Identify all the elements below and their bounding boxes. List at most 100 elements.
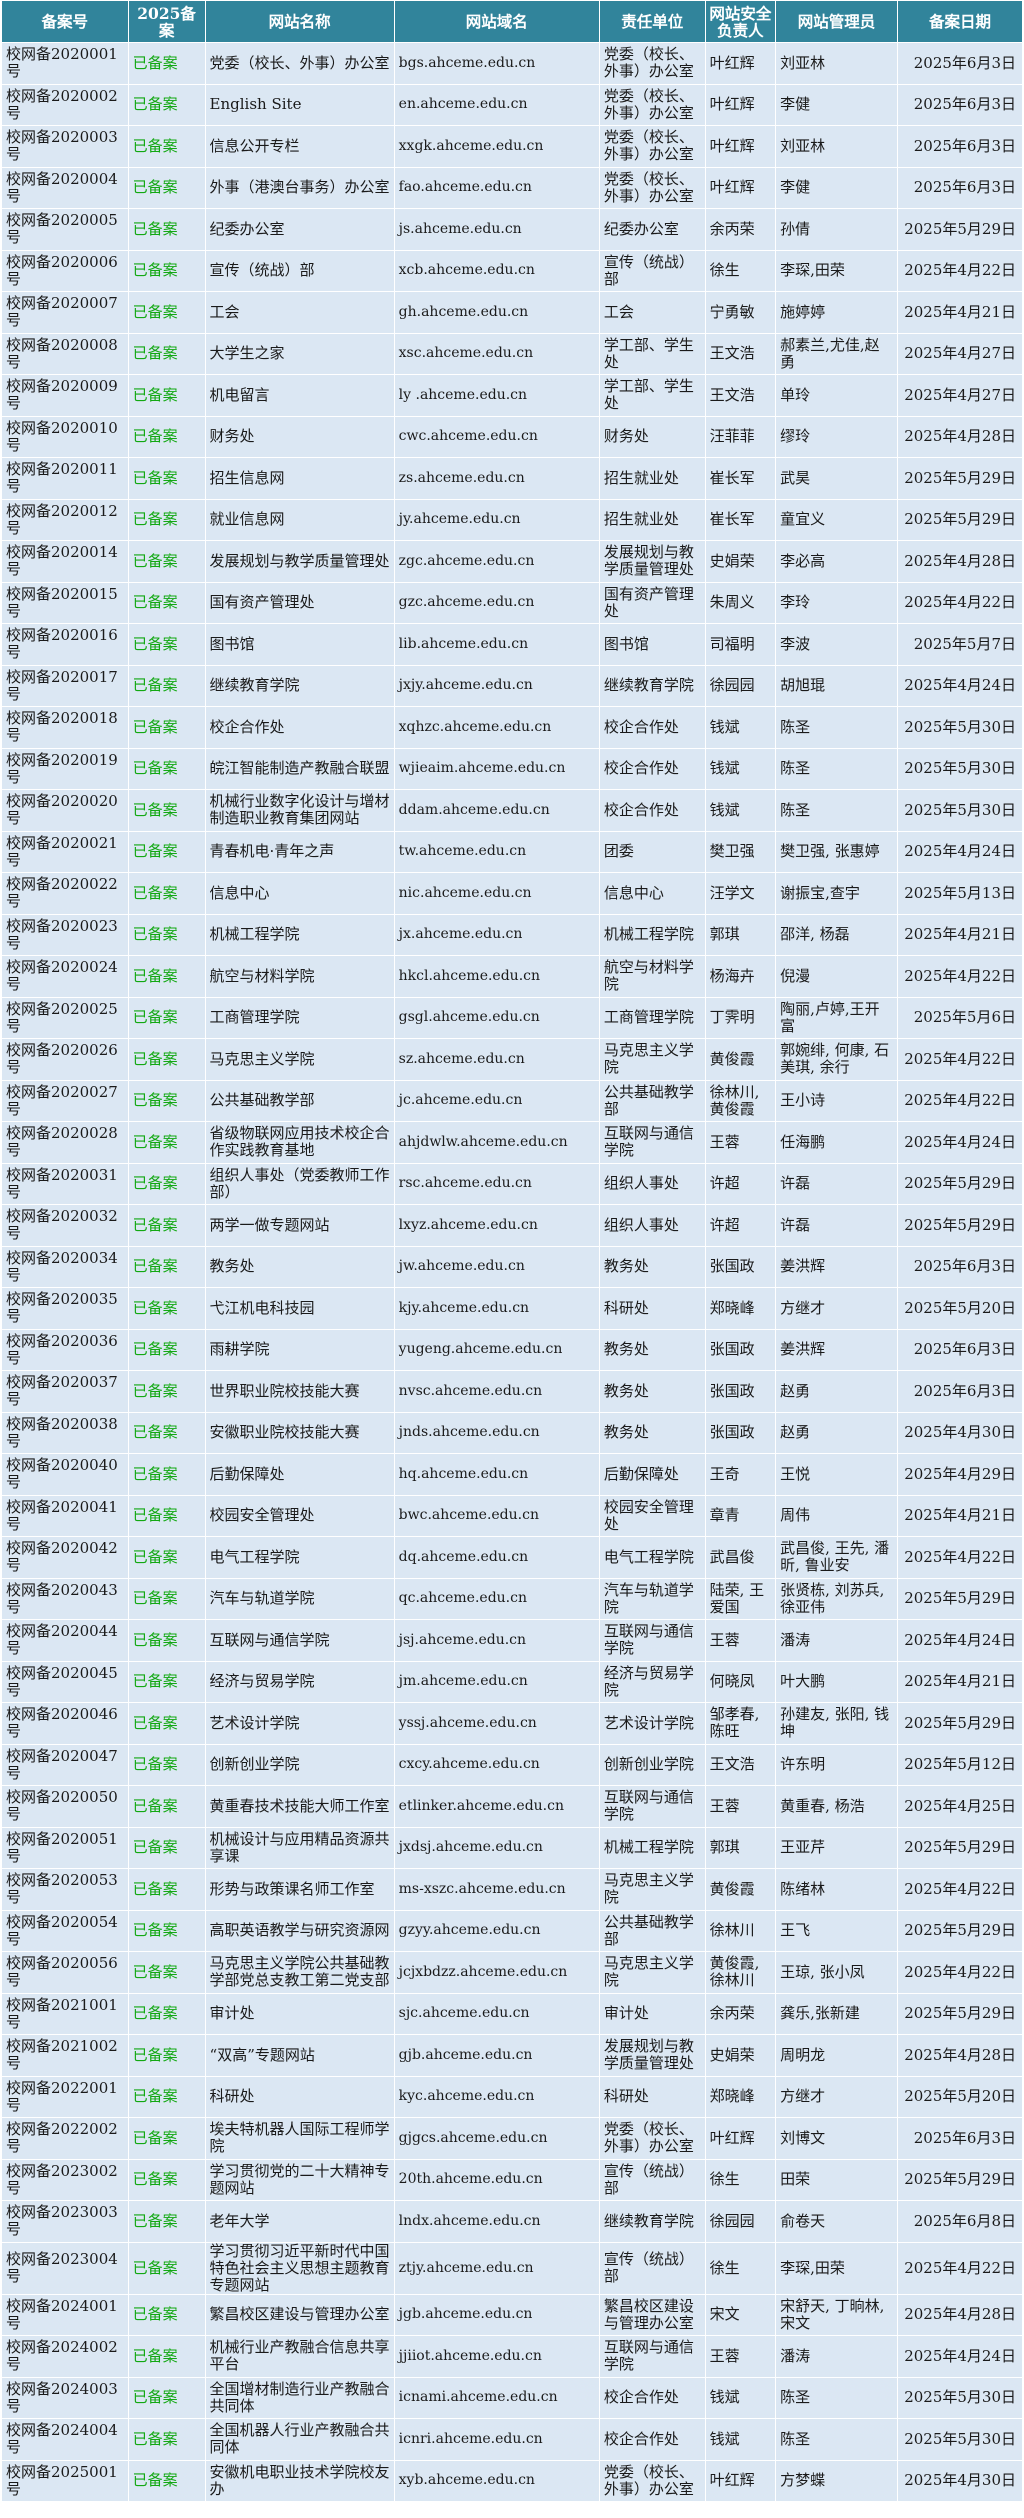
domain-link[interactable]: en.ahceme.edu.cn <box>393 83 600 126</box>
header-site-name: 网站名称 <box>204 0 395 43</box>
site-name-cell: 青春机电·青年之声 <box>204 830 395 873</box>
domain-link[interactable]: gsgl.ahceme.edu.cn <box>393 996 600 1039</box>
domain-link[interactable]: sjc.ahceme.edu.cn <box>393 1992 600 2035</box>
domain-link[interactable]: icnami.ahceme.edu.cn <box>393 2376 600 2419</box>
responsible-unit-cell: 创新创业学院 <box>598 1743 706 1786</box>
domain-link[interactable]: icnri.ahceme.edu.cn <box>393 2418 600 2461</box>
domain-link[interactable]: gh.ahceme.edu.cn <box>393 291 600 334</box>
site-name-cell: 埃夫特机器人国际工程师学院 <box>204 2117 395 2160</box>
record-date-cell: 2025年4月21日 <box>896 913 1024 956</box>
record-date-cell: 2025年4月24日 <box>896 830 1024 873</box>
domain-link[interactable]: lib.ahceme.edu.cn <box>393 623 600 666</box>
domain-link[interactable]: jy.ahceme.edu.cn <box>393 498 600 541</box>
domain-link[interactable]: gzc.ahceme.edu.cn <box>393 581 600 624</box>
domain-link[interactable]: jc.ahceme.edu.cn <box>393 1079 600 1122</box>
domain-link[interactable]: rsc.ahceme.edu.cn <box>393 1162 600 1205</box>
record-date-cell: 2025年6月3日 <box>896 1245 1024 1288</box>
domain-link[interactable]: zs.ahceme.edu.cn <box>393 457 600 500</box>
site-name-cell: 财务处 <box>204 415 395 458</box>
administrator-cell: 李波 <box>775 623 898 666</box>
status-cell: 已备案 <box>127 415 206 458</box>
domain-link[interactable]: nvsc.ahceme.edu.cn <box>393 1370 600 1413</box>
security-owner-cell: 黄俊霞 <box>704 1038 777 1081</box>
domain-link[interactable]: lndx.ahceme.edu.cn <box>393 2200 600 2243</box>
domain-link[interactable]: gjb.ahceme.edu.cn <box>393 2034 600 2077</box>
domain-link[interactable]: hq.ahceme.edu.cn <box>393 1453 600 1496</box>
domain-link[interactable]: jx.ahceme.edu.cn <box>393 913 600 956</box>
domain-link[interactable]: yugeng.ahceme.edu.cn <box>393 1328 600 1371</box>
domain-link[interactable]: qc.ahceme.edu.cn <box>393 1577 600 1620</box>
security-owner-cell: 叶红辉 <box>704 42 777 85</box>
domain-link[interactable]: js.ahceme.edu.cn <box>393 208 600 251</box>
status-cell: 已备案 <box>127 2376 206 2419</box>
site-name-cell: 就业信息网 <box>204 498 395 541</box>
status-cell: 已备案 <box>127 1868 206 1911</box>
domain-link[interactable]: jxjy.ahceme.edu.cn <box>393 664 600 707</box>
domain-link[interactable]: jgb.ahceme.edu.cn <box>393 2293 600 2336</box>
domain-link[interactable]: hkcl.ahceme.edu.cn <box>393 955 600 998</box>
domain-link[interactable]: cwc.ahceme.edu.cn <box>393 415 600 458</box>
header-security-owner: 网站安全负责人 <box>704 0 777 43</box>
domain-link[interactable]: xsc.ahceme.edu.cn <box>393 332 600 375</box>
domain-link[interactable]: jnds.ahceme.edu.cn <box>393 1411 600 1454</box>
status-cell: 已备案 <box>127 1992 206 2035</box>
status-cell: 已备案 <box>127 581 206 624</box>
domain-link[interactable]: bgs.ahceme.edu.cn <box>393 42 600 85</box>
record-date-cell: 2025年5月12日 <box>896 1743 1024 1786</box>
domain-link[interactable]: dq.ahceme.edu.cn <box>393 1536 600 1579</box>
domain-link[interactable]: jm.ahceme.edu.cn <box>393 1660 600 1703</box>
responsible-unit-cell: 电气工程学院 <box>598 1536 706 1579</box>
domain-link[interactable]: jxdsj.ahceme.edu.cn <box>393 1826 600 1869</box>
record-no-cell: 校网备2020021号 <box>1 830 129 873</box>
domain-link[interactable]: lxyz.ahceme.edu.cn <box>393 1204 600 1247</box>
domain-link[interactable]: jcjxbdzz.ahceme.edu.cn <box>393 1951 600 1994</box>
record-no-cell: 校网备2020015号 <box>1 581 129 624</box>
domain-link[interactable]: 20th.ahceme.edu.cn <box>393 2158 600 2201</box>
record-no-cell: 校网备2020053号 <box>1 1868 129 1911</box>
website-registry-table: 备案号 2025备案 网站名称 网站域名 责任单位 网站安全负责人 网站管理员 … <box>1 0 1024 2502</box>
domain-link[interactable]: kyc.ahceme.edu.cn <box>393 2075 600 2118</box>
domain-link[interactable]: nic.ahceme.edu.cn <box>393 872 600 915</box>
table-row: 校网备2020028号 已备案 省级物联网应用技术校企合作实践教育基地 ahjdwlw… <box>1 1121 1024 1164</box>
domain-link[interactable]: ztjy.ahceme.edu.cn <box>393 2241 600 2295</box>
domain-link[interactable]: cxcy.ahceme.edu.cn <box>393 1743 600 1786</box>
domain-link[interactable]: fao.ahceme.edu.cn <box>393 166 600 209</box>
domain-link[interactable]: tw.ahceme.edu.cn <box>393 830 600 873</box>
domain-link[interactable]: xqhzc.ahceme.edu.cn <box>393 706 600 749</box>
domain-link[interactable]: bwc.ahceme.edu.cn <box>393 1494 600 1537</box>
record-no-cell: 校网备2020002号 <box>1 83 129 126</box>
site-name-cell: 公共基础教学部 <box>204 1079 395 1122</box>
header-domain: 网站域名 <box>393 0 600 43</box>
domain-link[interactable]: wjieaim.ahceme.edu.cn <box>393 747 600 790</box>
record-no-cell: 校网备2020037号 <box>1 1370 129 1413</box>
domain-link[interactable]: jjiiot.ahceme.edu.cn <box>393 2335 600 2378</box>
site-name-cell: 安徽职业院校技能大赛 <box>204 1411 395 1454</box>
domain-link[interactable]: ahjdwlw.ahceme.edu.cn <box>393 1121 600 1164</box>
status-cell: 已备案 <box>127 42 206 85</box>
domain-link[interactable]: jsj.ahceme.edu.cn <box>393 1619 600 1662</box>
domain-link[interactable]: gzyy.ahceme.edu.cn <box>393 1909 600 1952</box>
domain-link[interactable]: xyb.ahceme.edu.cn <box>393 2459 600 2502</box>
record-date-cell: 2025年5月30日 <box>896 2418 1024 2461</box>
domain-link[interactable]: zgc.ahceme.edu.cn <box>393 540 600 583</box>
record-no-cell: 校网备2020024号 <box>1 955 129 998</box>
domain-link[interactable]: jw.ahceme.edu.cn <box>393 1245 600 1288</box>
domain-link[interactable]: etlinker.ahceme.edu.cn <box>393 1785 600 1828</box>
domain-link[interactable]: ms-xszc.ahceme.edu.cn <box>393 1868 600 1911</box>
record-date-cell: 2025年4月22日 <box>896 1868 1024 1911</box>
administrator-cell: 李健 <box>775 83 898 126</box>
domain-link[interactable]: gjgcs.ahceme.edu.cn <box>393 2117 600 2160</box>
domain-link[interactable]: ddam.ahceme.edu.cn <box>393 789 600 832</box>
domain-link[interactable]: xxgk.ahceme.edu.cn <box>393 125 600 168</box>
responsible-unit-cell: 繁昌校区建设与管理办公室 <box>598 2293 706 2336</box>
domain-link[interactable]: kjy.ahceme.edu.cn <box>393 1287 600 1330</box>
domain-link[interactable]: xcb.ahceme.edu.cn <box>393 249 600 292</box>
site-name-cell: 皖江智能制造产教融合联盟 <box>204 747 395 790</box>
record-no-cell: 校网备2020045号 <box>1 1660 129 1703</box>
administrator-cell: 周伟 <box>775 1494 898 1537</box>
domain-link[interactable]: sz.ahceme.edu.cn <box>393 1038 600 1081</box>
domain-link[interactable]: yssj.ahceme.edu.cn <box>393 1702 600 1745</box>
status-cell: 已备案 <box>127 830 206 873</box>
security-owner-cell: 叶红辉 <box>704 2117 777 2160</box>
domain-link[interactable]: ly .ahceme.edu.cn <box>393 374 600 417</box>
